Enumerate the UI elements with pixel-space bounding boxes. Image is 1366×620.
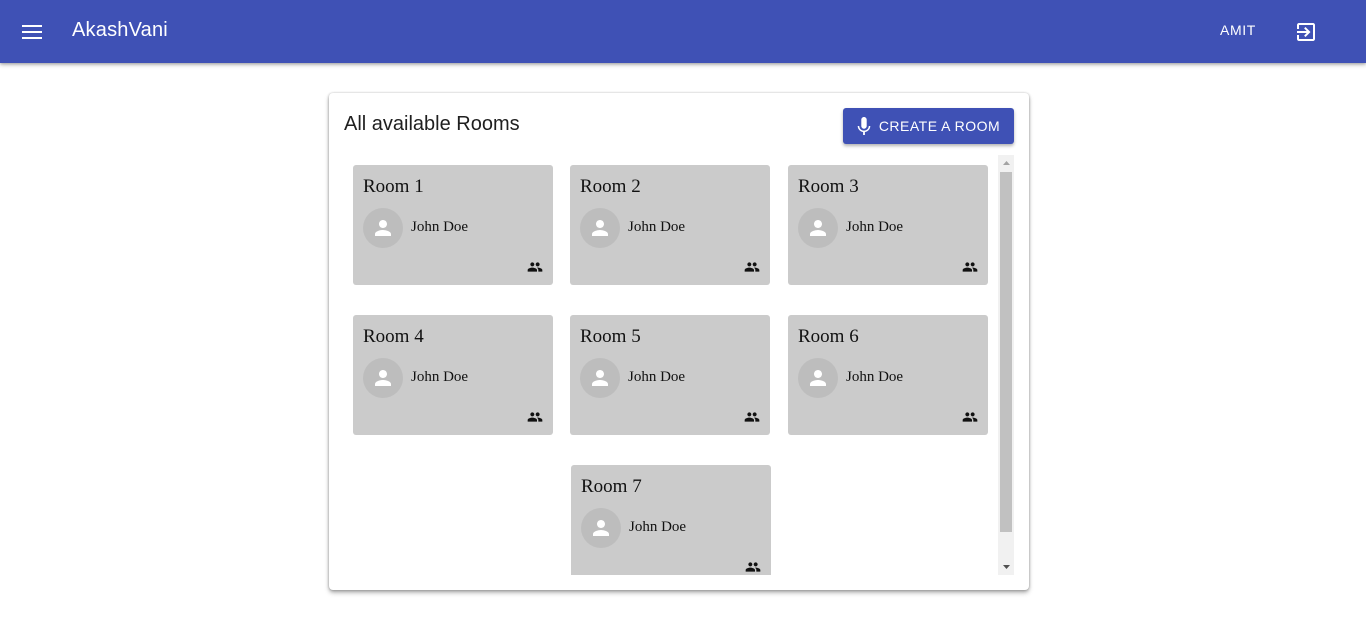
room-title: Room 3 [798,176,859,197]
people-icon [744,412,760,422]
room-card[interactable]: Room 7 John Doe [571,465,771,575]
room-owner: John Doe [628,219,686,235]
scrollbar-thumb[interactable] [1000,172,1012,532]
room-card[interactable]: Room 2 John Doe [570,165,770,285]
room-title: Room 4 [363,326,424,347]
person-icon [810,370,826,386]
room-card[interactable]: Room 4 John Doe [353,315,553,435]
people-icon [527,412,543,422]
menu-button[interactable] [16,16,48,48]
scroll-down-arrow[interactable] [998,559,1014,575]
room-owner: John Doe [846,369,904,385]
avatar [798,358,838,398]
room-owner: John Doe [846,219,904,235]
rooms-panel: All available Rooms CREATE A ROOM Room 1… [329,93,1029,590]
rooms-list[interactable]: Room 1 John Doe Room 2 John Doe Room 3 J… [329,155,1029,575]
triangle-up-icon [1002,161,1010,165]
avatar [798,208,838,248]
person-icon [592,370,608,386]
logout-icon [1297,23,1315,41]
person-icon [375,370,391,386]
room-card[interactable]: Room 1 John Doe [353,165,553,285]
create-room-label: CREATE A ROOM [878,118,1001,134]
avatar [363,208,403,248]
people-icon [962,262,978,272]
room-title: Room 5 [580,326,641,347]
avatar [581,508,621,548]
app-bar: AkashVani AMIT [0,0,1366,63]
rooms-scrollbar[interactable] [998,155,1014,575]
person-icon [375,220,391,236]
mic-icon [857,117,871,135]
room-card[interactable]: Room 5 John Doe [570,315,770,435]
scroll-up-arrow[interactable] [998,155,1014,171]
person-icon [593,520,609,536]
room-owner: John Doe [411,369,469,385]
room-card[interactable]: Room 6 John Doe [788,315,988,435]
panel-title: All available Rooms [344,113,520,135]
people-icon [744,262,760,272]
person-icon [810,220,826,236]
person-icon [592,220,608,236]
room-title: Room 7 [581,476,642,497]
room-owner: John Doe [628,369,686,385]
user-name-button[interactable]: AMIT [1220,22,1256,38]
logout-button[interactable] [1290,16,1322,48]
room-card[interactable]: Room 3 John Doe [788,165,988,285]
avatar [363,358,403,398]
people-icon [745,562,761,572]
room-title: Room 1 [363,176,424,197]
avatar [580,208,620,248]
room-owner: John Doe [629,519,687,535]
create-room-button[interactable]: CREATE A ROOM [843,108,1014,144]
people-icon [962,412,978,422]
room-owner: John Doe [411,219,469,235]
avatar [580,358,620,398]
triangle-down-icon [1002,565,1010,569]
app-title: AkashVani [72,19,168,41]
room-title: Room 2 [580,176,641,197]
menu-icon [22,25,42,39]
people-icon [527,262,543,272]
room-title: Room 6 [798,326,859,347]
